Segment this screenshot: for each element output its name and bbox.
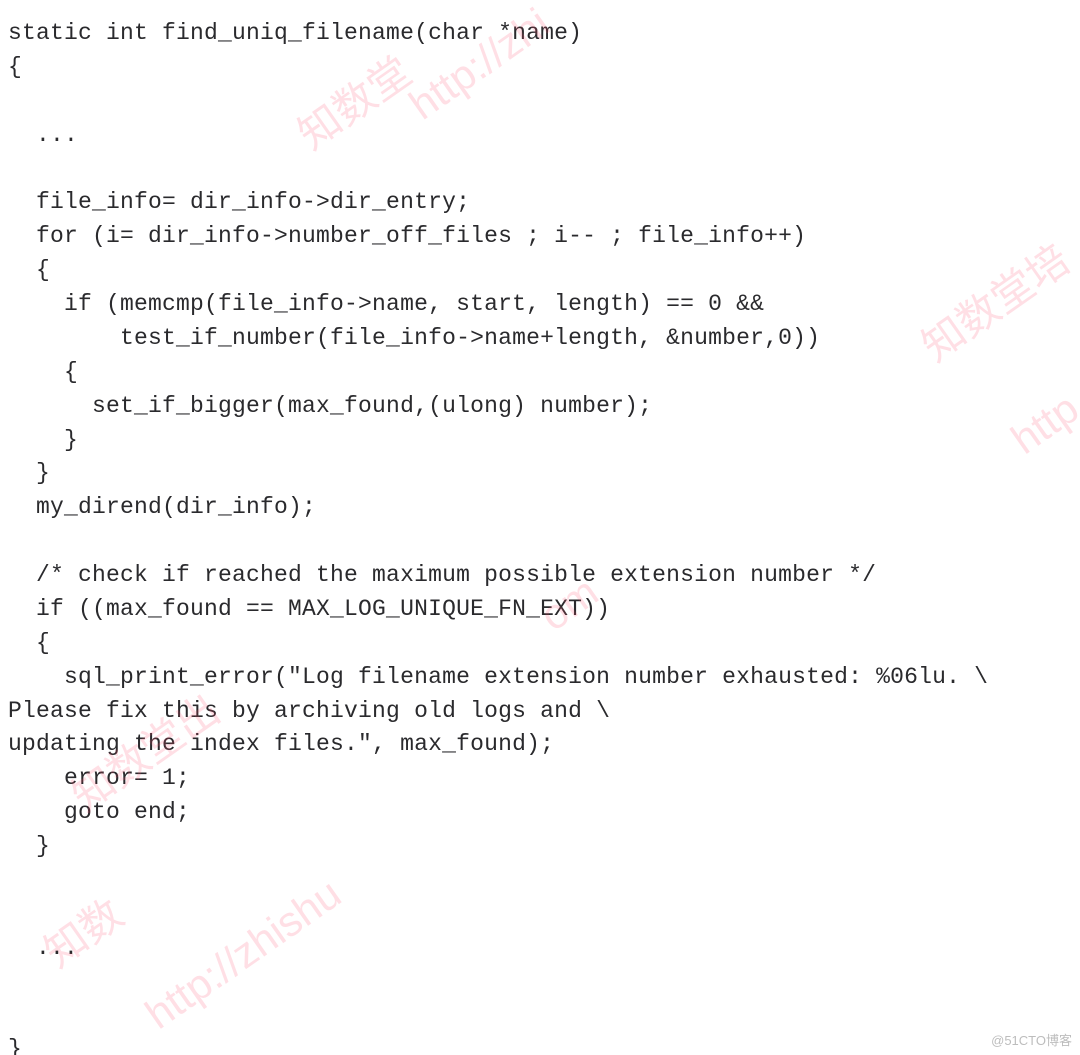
code-content: static int find_uniq_filename(char *name…: [8, 20, 988, 1055]
code-block: static int find_uniq_filename(char *name…: [0, 0, 1080, 1055]
attribution-text: @51CTO博客: [991, 1030, 1072, 1049]
